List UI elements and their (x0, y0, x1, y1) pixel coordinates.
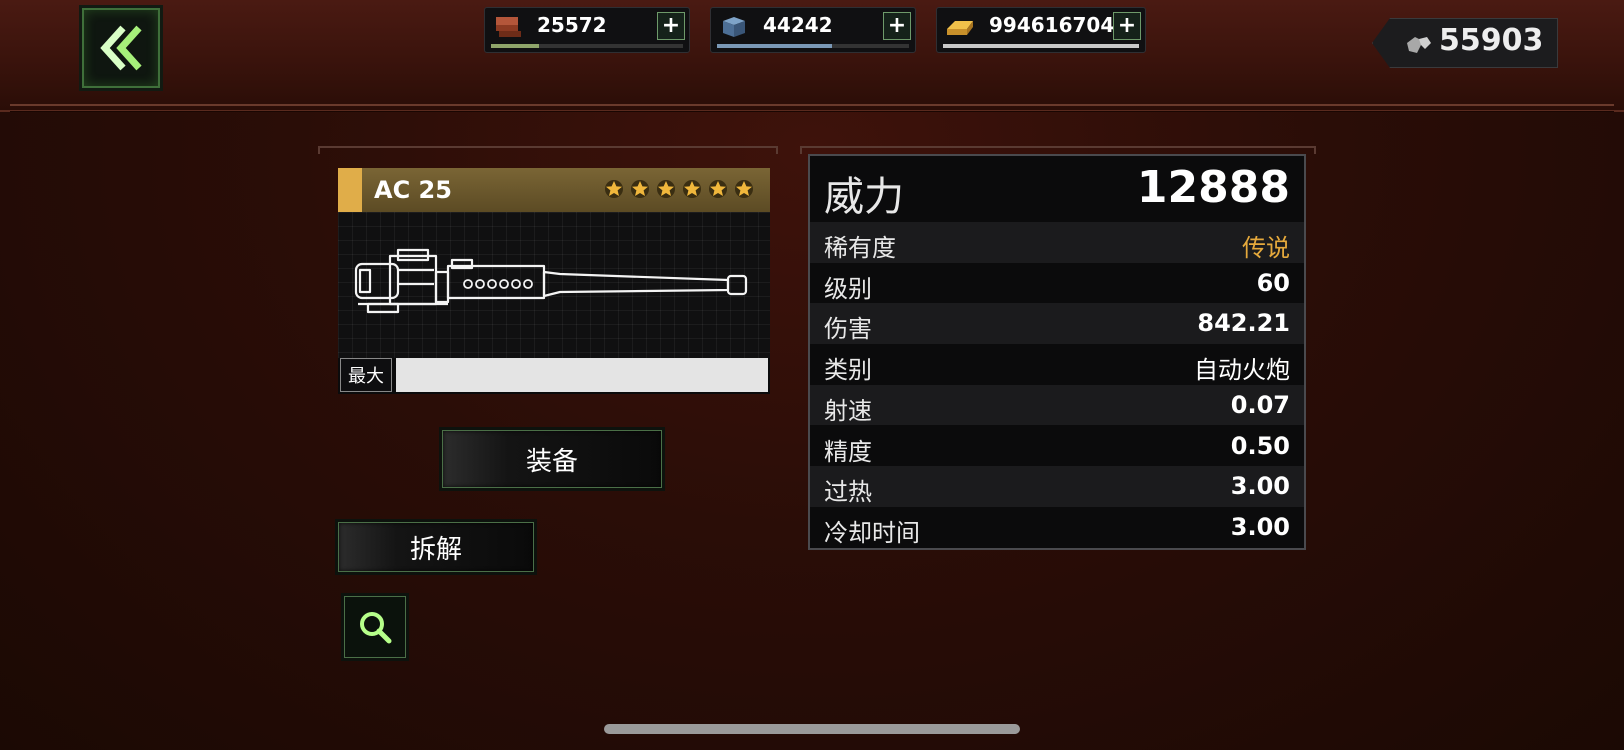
stat-row: 过热 3.00 (810, 466, 1304, 507)
power-row: 威力 12888 (810, 156, 1304, 222)
stat-label: 伤害 (824, 315, 872, 344)
stats-panel-frame (800, 146, 1316, 154)
stat-row: 伤害 842.21 (810, 303, 1304, 345)
inspect-button[interactable] (344, 596, 406, 658)
star-icon (735, 180, 753, 198)
stat-value: 自动火炮 (1194, 356, 1290, 385)
star-rating (604, 179, 754, 199)
top-bar-trim (10, 104, 1614, 112)
resource-gold: 994616704 + (936, 7, 1146, 53)
resource-bricks-value: 25572 (537, 13, 607, 37)
brick-icon (496, 17, 521, 37)
premium-currency[interactable]: 55903 (1372, 18, 1558, 68)
stats-panel: 威力 12888 稀有度 传说级别 60 伤害 842.21 类别 自动火炮射速 0.07 精度… (808, 154, 1306, 550)
stat-value: 3.00 (1230, 512, 1290, 541)
resource-bricks: 25572 + (484, 7, 690, 53)
stat-value: 0.07 (1230, 390, 1290, 419)
add-bricks-button[interactable]: + (657, 12, 685, 40)
power-label: 威力 (824, 174, 904, 220)
rarity-stripe (338, 168, 362, 212)
gem-icon (1407, 37, 1431, 53)
weapon-header: AC 25 (338, 168, 770, 212)
add-crates-button[interactable]: + (883, 12, 911, 40)
stat-label: 冷却时间 (824, 518, 920, 547)
stat-row: 精度 0.50 (810, 426, 1304, 467)
stat-value: 0.50 (1230, 431, 1290, 460)
resource-crates-bar-fill (717, 44, 833, 48)
crate-icon (723, 17, 745, 37)
stat-label: 射速 (824, 396, 872, 425)
star-icon (709, 180, 727, 198)
magnifier-icon (360, 612, 392, 644)
power-value: 12888 (1136, 162, 1290, 213)
resource-crates-value: 44242 (763, 13, 833, 37)
stat-row: 类别 自动火炮 (810, 344, 1304, 385)
resource-crates: 44242 + (710, 7, 916, 53)
stat-label: 精度 (824, 437, 872, 466)
stat-label: 过热 (824, 478, 872, 507)
resource-gold-bar (943, 44, 1139, 48)
stat-row: 稀有度 传说 (810, 222, 1304, 263)
add-gold-button[interactable]: + (1113, 12, 1141, 40)
weapon-image (338, 212, 770, 358)
stat-value: 842.21 (1197, 309, 1290, 338)
premium-value: 55903 (1439, 23, 1544, 58)
stat-row: 射速 0.07 (810, 384, 1304, 426)
star-icon (657, 180, 675, 198)
resource-gold-value: 994616704 (989, 13, 1115, 37)
autocannon-icon (354, 248, 748, 314)
stat-value: 60 (1256, 268, 1290, 297)
resource-bricks-bar-fill (491, 44, 539, 48)
weapon-name: AC 25 (374, 176, 452, 204)
star-icon (605, 180, 623, 198)
star-icon (683, 180, 701, 198)
stat-row: 冷却时间 3.00 (810, 507, 1304, 548)
home-indicator[interactable] (604, 724, 1020, 734)
stat-label: 类别 (824, 356, 872, 385)
equip-button[interactable]: 装备 (442, 430, 662, 488)
stat-value: 3.00 (1230, 472, 1290, 501)
stat-label: 稀有度 (824, 234, 896, 262)
disassemble-button[interactable]: 拆解 (338, 522, 534, 572)
level-progress-bar (396, 358, 768, 392)
resource-bricks-bar (491, 44, 683, 48)
gold-bar-icon (947, 21, 973, 35)
weapon-card: AC 25 最大 (338, 168, 770, 394)
max-level-label: 最大 (340, 358, 392, 392)
double-chevron-left-icon (100, 25, 142, 71)
resource-crates-bar (717, 44, 909, 48)
stat-label: 级别 (824, 274, 872, 303)
stat-row: 级别 60 (810, 263, 1304, 304)
star-icon (631, 180, 649, 198)
resource-gold-bar-fill (943, 44, 1139, 48)
back-button[interactable] (82, 8, 160, 88)
stat-value: 传说 (1242, 234, 1290, 262)
weapon-panel-frame (318, 146, 778, 154)
